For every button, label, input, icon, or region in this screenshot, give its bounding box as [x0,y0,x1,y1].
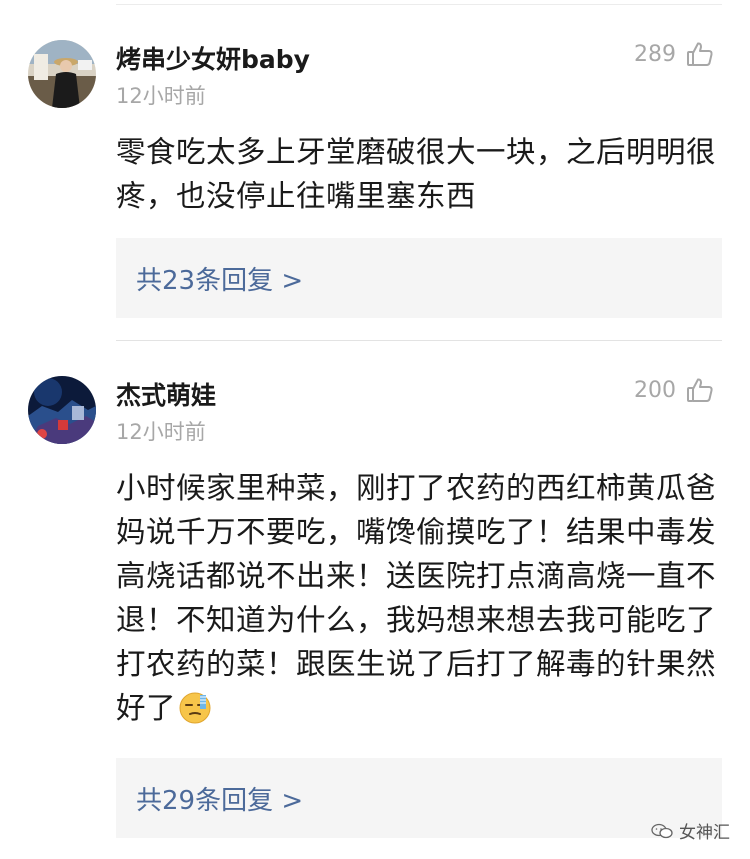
thumbs-up-icon[interactable] [686,40,714,68]
username[interactable]: 杰式萌娃 [116,376,216,412]
wechat-icon [651,823,673,838]
view-replies-button[interactable]: 共23条回复 > [116,238,722,318]
comment-text-content: 小时候家里种菜，刚打了农药的西红柿黄瓜爸妈说千万不要吃，嘴馋偷摸吃了！结果中毒发… [116,471,717,725]
avatar[interactable] [28,376,96,444]
top-divider [116,4,722,5]
comment-text: 小时候家里种菜，刚打了农药的西红柿黄瓜爸妈说千万不要吃，嘴馋偷摸吃了！结果中毒发… [116,466,716,737]
like-button[interactable]: 289 [634,40,714,68]
timestamp: 12小时前 [116,420,206,444]
avatar[interactable] [28,40,96,108]
watermark: 女神汇 [651,818,730,843]
watermark-text: 女神汇 [679,823,730,843]
username[interactable]: 烤串少女妍baby [116,40,310,76]
comment-text: 零食吃太多上牙堂磨破很大一块，之后明明很疼，也没停止往嘴里塞东西 [116,135,717,213]
like-count: 289 [634,41,676,67]
like-count: 200 [634,377,676,403]
like-button[interactable]: 200 [634,376,714,404]
view-replies-button[interactable]: 共29条回复 > [116,758,722,838]
embarrassed-sweat-emoji-icon [178,691,212,737]
comment-divider [116,340,722,341]
thumbs-up-icon[interactable] [686,376,714,404]
timestamp: 12小时前 [116,84,206,108]
